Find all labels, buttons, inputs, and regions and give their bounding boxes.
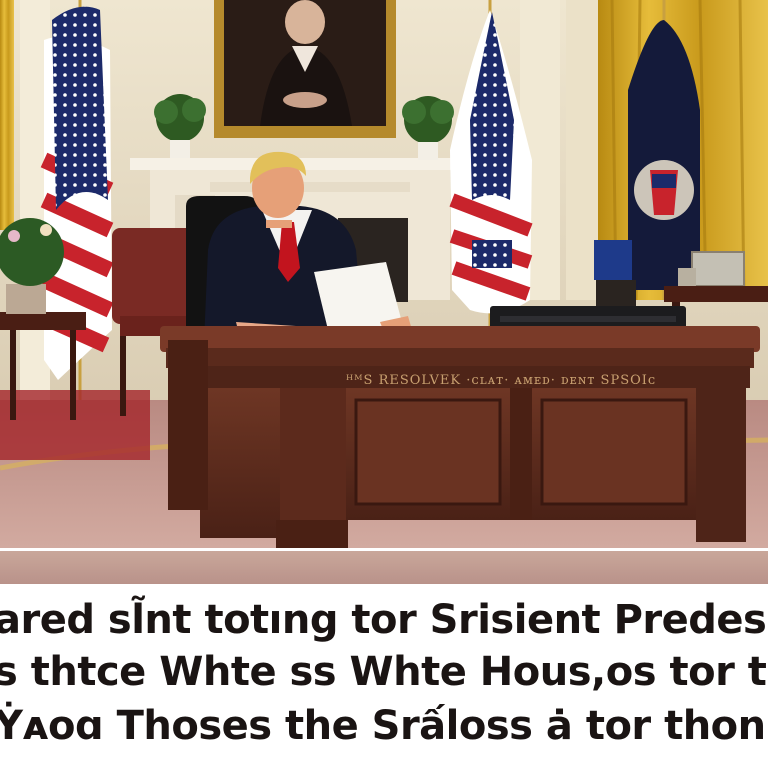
- caption-line-3: Ẏᴀᴏɑ Thoses the Srấloss ȧ tor thon th: [0, 703, 768, 749]
- caption-line-1: ared sl̃nt totıng tor Srisient Predesin: [0, 597, 768, 643]
- svg-text:ᴴᴹS RESOLVEK ·ᴄʟᴀᴛ· ᴀᴍᴇᴅ· ᴅᴇɴᴛ: ᴴᴹS RESOLVEK ·ᴄʟᴀᴛ· ᴀᴍᴇᴅ· ᴅᴇɴᴛ SPSOIᴄ: [346, 373, 656, 388]
- oval-office-photo: ᴴᴹS RESOLVEK ·ᴄʟᴀᴛ· ᴀᴍᴇᴅ· ᴅᴇɴᴛ SPSOIᴄ: [0, 0, 768, 548]
- portrait-painting: [214, 0, 396, 138]
- photo-bottom-strip: [0, 548, 768, 584]
- caption-block: ared sl̃nt totıng tor Srisient Predesin …: [0, 584, 768, 768]
- caption-line-2: s thtce Whte ss Whte Hous,os tor tor: [0, 649, 768, 695]
- picture-frames: [691, 251, 745, 287]
- resolute-desk: ᴴᴹS RESOLVEK ·ᴄʟᴀᴛ· ᴀᴍᴇᴅ· ᴅᴇɴᴛ SPSOIᴄ: [160, 326, 760, 548]
